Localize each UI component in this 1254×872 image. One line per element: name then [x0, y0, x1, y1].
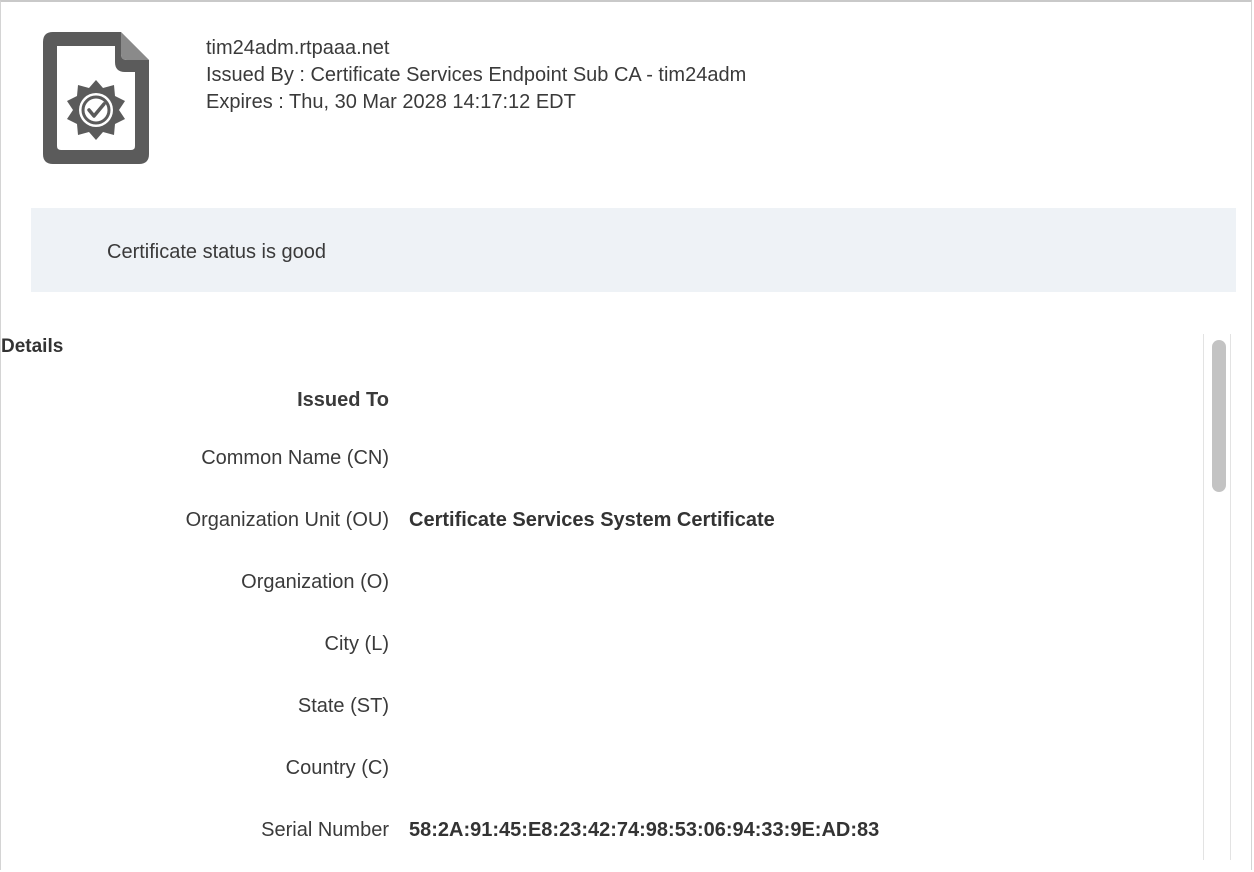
detail-label: Serial Number	[261, 819, 389, 841]
detail-value: 58:2A:91:45:E8:23:42:74:98:53:06:94:33:9…	[409, 819, 880, 841]
certificate-panel: tim24adm.rtpaaa.net Issued By : Certific…	[0, 0, 1252, 870]
detail-label: Country (C)	[285, 757, 389, 779]
scrollbar-thumb[interactable]	[1212, 340, 1226, 492]
detail-label: Organization (O)	[241, 571, 389, 593]
detail-label: State (ST)	[297, 695, 389, 717]
issued-to-heading: Issued To	[297, 389, 389, 411]
detail-label: City (L)	[324, 633, 389, 655]
detail-row-country: Country (C)	[1, 757, 1181, 787]
detail-label: Organization Unit (OU)	[185, 509, 389, 531]
detail-label: Common Name (CN)	[201, 447, 389, 469]
detail-row-city: City (L)	[1, 633, 1181, 663]
details-scrollbar[interactable]	[1203, 334, 1231, 860]
detail-row-organization-unit: Organization Unit (OU) Certificate Servi…	[1, 509, 1181, 539]
detail-value: Certificate Services System Certificate	[409, 509, 775, 531]
detail-row-organization: Organization (O)	[1, 571, 1181, 601]
details-list: Issued To Common Name (CN) Organization …	[1, 2, 1201, 872]
detail-row-state: State (ST)	[1, 695, 1181, 725]
detail-row-common-name: Common Name (CN)	[1, 447, 1181, 477]
detail-row-serial-number: Serial Number 58:2A:91:45:E8:23:42:74:98…	[1, 819, 1181, 849]
issued-to-heading-row: Issued To	[1, 389, 1181, 419]
